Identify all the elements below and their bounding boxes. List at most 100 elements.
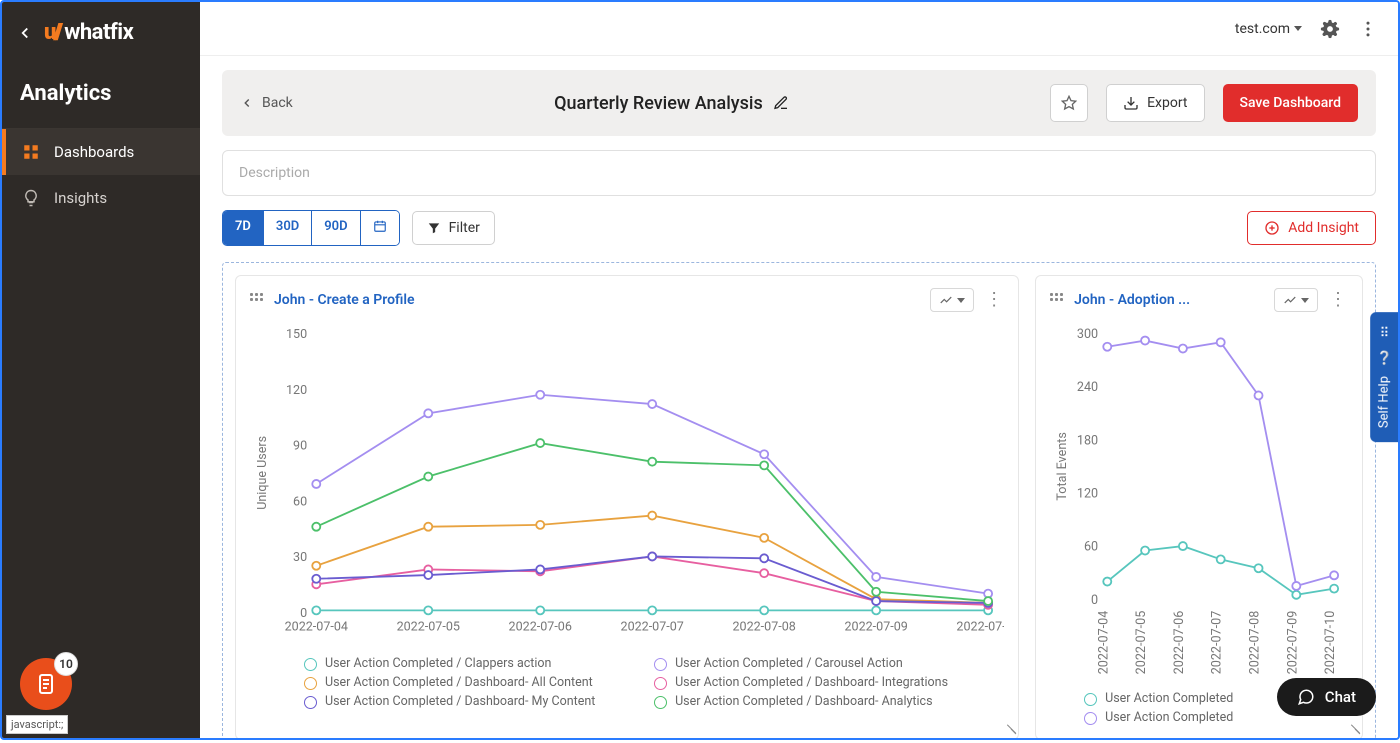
insight-card-profile: John - Create a Profile ⋮ 03060901201502… bbox=[235, 275, 1019, 738]
page-title: Quarterly Review Analysis bbox=[554, 93, 763, 114]
grid-icon bbox=[22, 143, 40, 161]
edit-icon[interactable] bbox=[773, 95, 789, 111]
task-launcher-button[interactable]: 10 bbox=[20, 658, 72, 710]
drag-handle-icon[interactable] bbox=[1050, 293, 1064, 307]
description-input[interactable]: Description bbox=[222, 150, 1376, 196]
sidebar-item-label: Insights bbox=[54, 189, 107, 207]
drag-handle-icon[interactable] bbox=[250, 293, 264, 307]
legend-label: User Action Completed / Dashboard- Analy… bbox=[675, 694, 932, 709]
svg-text:2022-07-07: 2022-07-07 bbox=[621, 619, 684, 634]
topbar: test.com bbox=[200, 2, 1398, 56]
svg-text:2022-07-06: 2022-07-06 bbox=[1172, 611, 1187, 675]
export-button[interactable]: Export bbox=[1106, 84, 1204, 122]
svg-text:2022-07-10: 2022-07-10 bbox=[1323, 611, 1338, 675]
page-header: Back Quarterly Review Analysis Export Sa… bbox=[222, 70, 1376, 136]
insight-card-adoption: John - Adoption ... ⋮ 060120180240300202… bbox=[1035, 275, 1363, 738]
legend-swatch bbox=[654, 677, 667, 690]
svg-text:240: 240 bbox=[1077, 380, 1098, 395]
chart-adoption: 0601201802403002022-07-042022-07-052022-… bbox=[1050, 322, 1348, 677]
chart-type-selector[interactable] bbox=[930, 288, 974, 312]
chevron-down-icon bbox=[1301, 298, 1309, 303]
svg-text:300: 300 bbox=[1077, 327, 1098, 342]
download-icon bbox=[1123, 95, 1139, 111]
legend-item: User Action Completed / Dashboard- All C… bbox=[304, 675, 624, 690]
legend-label: User Action Completed / Dashboard- Integ… bbox=[675, 675, 948, 690]
card-title[interactable]: John - Adoption ... bbox=[1074, 292, 1190, 308]
chart-type-selector[interactable] bbox=[1274, 288, 1318, 312]
domain-selector[interactable]: test.com bbox=[1235, 21, 1302, 37]
self-help-label: Self Help bbox=[1376, 376, 1391, 428]
save-dashboard-button[interactable]: Save Dashboard bbox=[1223, 84, 1359, 122]
save-label: Save Dashboard bbox=[1240, 95, 1342, 111]
filter-button[interactable]: Filter bbox=[412, 211, 495, 245]
legend-swatch bbox=[304, 658, 317, 671]
svg-text:Unique Users: Unique Users bbox=[255, 436, 270, 510]
brand-name: whatfix bbox=[64, 20, 133, 45]
svg-text:60: 60 bbox=[1084, 540, 1098, 555]
range-7d[interactable]: 7D bbox=[223, 211, 264, 245]
kebab-icon[interactable] bbox=[1358, 19, 1378, 39]
sidebar-item-label: Dashboards bbox=[54, 143, 134, 161]
legend-swatch bbox=[1084, 712, 1097, 725]
svg-text:2022-07-09: 2022-07-09 bbox=[844, 619, 907, 634]
filter-icon bbox=[427, 221, 441, 235]
date-range-segment: 7D 30D 90D bbox=[222, 210, 400, 246]
back-arrow-icon[interactable] bbox=[16, 24, 34, 42]
svg-text:2022-07-05: 2022-07-05 bbox=[1134, 611, 1149, 675]
legend-label: User Action Completed bbox=[1105, 691, 1233, 706]
svg-text:2022-07-04: 2022-07-04 bbox=[285, 619, 348, 634]
legend-swatch bbox=[1084, 693, 1097, 706]
card-title[interactable]: John - Create a Profile bbox=[274, 292, 415, 308]
dashboard-grid: John - Create a Profile ⋮ 03060901201502… bbox=[222, 262, 1376, 738]
chevron-down-icon bbox=[957, 298, 965, 303]
legend-swatch bbox=[304, 696, 317, 709]
calendar-icon bbox=[373, 219, 387, 233]
legend-item: User Action Completed / Dashboard- Analy… bbox=[654, 694, 974, 709]
line-chart-icon bbox=[939, 293, 953, 307]
range-30d[interactable]: 30D bbox=[264, 211, 312, 245]
add-insight-button[interactable]: Add Insight bbox=[1247, 211, 1376, 245]
filter-label: Filter bbox=[449, 220, 480, 236]
lightbulb-icon bbox=[22, 189, 40, 207]
chevron-down-icon bbox=[1294, 26, 1302, 31]
sidebar: u// whatfix Analytics Dashboards Insight… bbox=[2, 2, 200, 738]
gear-icon[interactable] bbox=[1320, 19, 1340, 39]
sidebar-item-insights[interactable]: Insights bbox=[2, 175, 200, 221]
grip-icon: ⠿ bbox=[1379, 326, 1389, 341]
svg-text:30: 30 bbox=[293, 550, 307, 565]
svg-text:0: 0 bbox=[1091, 593, 1098, 608]
svg-text:150: 150 bbox=[286, 327, 307, 342]
task-badge: 10 bbox=[54, 652, 78, 676]
chat-icon bbox=[1297, 688, 1315, 706]
sidebar-title: Analytics bbox=[2, 55, 200, 129]
range-90d[interactable]: 90D bbox=[312, 211, 360, 245]
resize-handle[interactable] bbox=[1345, 722, 1359, 736]
back-button[interactable]: Back bbox=[240, 95, 293, 111]
chat-label: Chat bbox=[1325, 688, 1356, 706]
brand-logo: u// whatfix bbox=[44, 20, 133, 45]
svg-text:2022-07-10: 2022-07-10 bbox=[956, 619, 1004, 634]
description-placeholder: Description bbox=[239, 165, 310, 181]
card-menu-button[interactable]: ⋮ bbox=[1328, 293, 1348, 307]
legend-label: User Action Completed / Clappers action bbox=[325, 656, 551, 671]
help-icon: ❔ bbox=[1376, 351, 1392, 366]
legend-label: User Action Completed bbox=[1105, 710, 1233, 725]
resize-handle[interactable] bbox=[1001, 722, 1015, 736]
back-label: Back bbox=[262, 95, 293, 111]
self-help-tab[interactable]: Self Help ❔ ⠿ bbox=[1370, 312, 1398, 442]
card-menu-button[interactable]: ⋮ bbox=[984, 293, 1004, 307]
svg-text:2022-07-05: 2022-07-05 bbox=[397, 619, 460, 634]
status-bar: javascript:; bbox=[6, 715, 68, 734]
legend-label: User Action Completed / Carousel Action bbox=[675, 656, 903, 671]
sidebar-item-dashboards[interactable]: Dashboards bbox=[2, 129, 200, 175]
svg-text:90: 90 bbox=[293, 439, 307, 454]
add-insight-label: Add Insight bbox=[1288, 220, 1359, 236]
legend-swatch bbox=[304, 677, 317, 690]
range-custom[interactable] bbox=[361, 211, 399, 245]
legend-label: User Action Completed / Dashboard- All C… bbox=[325, 675, 593, 690]
chat-button[interactable]: Chat bbox=[1277, 678, 1376, 716]
favorite-button[interactable] bbox=[1050, 84, 1088, 122]
svg-text:2022-07-08: 2022-07-08 bbox=[1248, 611, 1263, 675]
svg-text:2022-07-09: 2022-07-09 bbox=[1285, 611, 1300, 675]
legend-item: User Action Completed / Dashboard- Integ… bbox=[654, 675, 974, 690]
